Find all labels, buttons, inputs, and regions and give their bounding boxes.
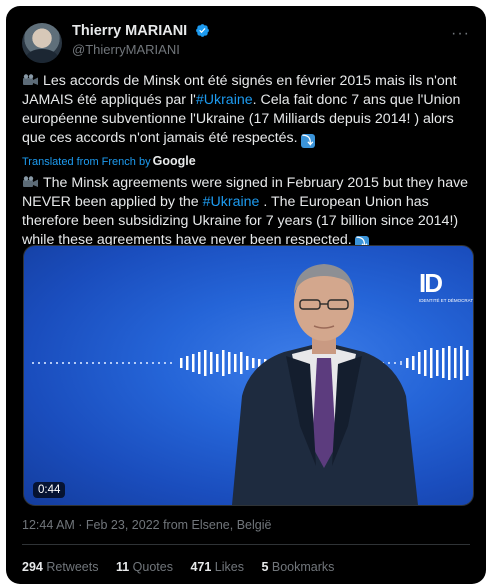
retweets-stat[interactable]: 294 Retweets	[22, 560, 98, 574]
likes-label: Likes	[214, 560, 244, 574]
hashtag-link-english[interactable]: #Ukraine	[203, 194, 260, 210]
bookmarks-stat[interactable]: 5 Bookmarks	[261, 560, 334, 574]
likes-count: 471	[190, 560, 212, 574]
identite-democratie-logo: ID IDENTITÉ ET DÉMOCRATIE	[419, 268, 474, 303]
movie-camera-icon	[23, 176, 38, 187]
translation-attribution[interactable]: Translated from French by Google	[22, 154, 196, 168]
avatar[interactable]	[22, 23, 62, 63]
quotes-label: Quotes	[132, 560, 173, 574]
translated-label: Translated from French by	[22, 156, 151, 168]
right-arrow-curving-down-icon: ⤵	[300, 134, 315, 148]
author-display-name[interactable]: Thierry MARIANI	[72, 23, 187, 39]
tweet-header: Thierry MARIANI @ThierryMARIANI ···	[22, 19, 474, 63]
tweet-card[interactable]: Thierry MARIANI @ThierryMARIANI ··· Les …	[6, 6, 486, 584]
engagement-stats: 294 Retweets 11 Quotes 471 Likes 5 Bookm…	[22, 560, 348, 574]
quotes-count: 11	[115, 560, 130, 574]
more-options-icon[interactable]: ···	[451, 25, 470, 43]
retweets-count: 294	[22, 560, 43, 574]
bookmarks-count: 5	[261, 560, 269, 574]
tweet-text-french: Les accords de Minsk ont été signés en f…	[22, 72, 480, 148]
tweet-text-english: The Minsk agreements were signed in Febr…	[22, 174, 480, 250]
video-frame	[32, 264, 469, 505]
google-logo: Google	[152, 154, 196, 168]
author-handle[interactable]: @ThierryMARIANI	[72, 42, 210, 57]
bookmarks-label: Bookmarks	[271, 560, 335, 574]
likes-stat[interactable]: 471 Likes	[190, 560, 244, 574]
hashtag-link-french[interactable]: #Ukraine	[196, 92, 253, 108]
logo-text: ID	[419, 268, 443, 298]
speaker-figure	[232, 264, 418, 505]
video-duration-badge: 0:44	[33, 482, 66, 498]
tweet-timestamp[interactable]: 12:44 AM · Feb 23, 2022 from Elsene, Bel…	[22, 518, 271, 532]
divider	[22, 544, 470, 545]
author-names: Thierry MARIANI @ThierryMARIANI	[72, 22, 210, 57]
retweets-label: Retweets	[46, 560, 99, 574]
verified-badge-icon	[195, 24, 209, 38]
video-player[interactable]: ID IDENTITÉ ET DÉMOCRATIE 0:44	[23, 245, 474, 506]
movie-camera-icon	[23, 74, 38, 85]
quotes-stat[interactable]: 11 Quotes	[116, 560, 173, 574]
logo-subtitle: IDENTITÉ ET DÉMOCRATIE	[419, 298, 474, 303]
